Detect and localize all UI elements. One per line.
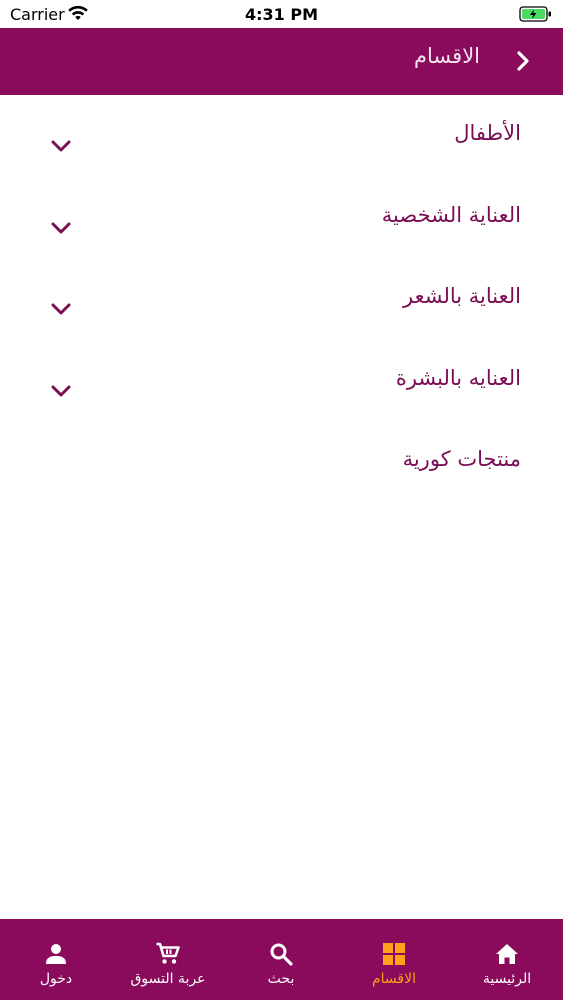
- tab-login[interactable]: دخول: [0, 919, 112, 1000]
- person-icon: [46, 944, 66, 964]
- header-bar: الاقسام: [0, 28, 563, 95]
- search-icon: [270, 943, 293, 966]
- page-title: الاقسام: [414, 44, 480, 68]
- tab-search[interactable]: بحث: [225, 919, 337, 1000]
- tab-label: بحث: [267, 971, 295, 987]
- category-label: الأطفال: [454, 121, 521, 145]
- category-label: منتجات كورية: [402, 447, 521, 471]
- chevron-down-icon[interactable]: [50, 384, 72, 398]
- category-list: الأطفال العناية الشخصية العناية بالشعر ا…: [0, 95, 563, 503]
- category-item-personal-care[interactable]: العناية الشخصية: [0, 177, 563, 259]
- back-button[interactable]: [510, 48, 536, 74]
- tab-home[interactable]: الرئيسية: [451, 919, 563, 1000]
- category-label: العناية بالشعر: [403, 284, 521, 308]
- category-label: العنايه بالبشرة: [395, 365, 521, 390]
- chevron-down-icon[interactable]: [50, 302, 72, 316]
- status-bar: Carrier 4:31 PM: [0, 0, 563, 28]
- tab-categories[interactable]: الاقسام: [338, 919, 450, 1000]
- category-item-skin-care[interactable]: العنايه بالبشرة: [0, 340, 563, 422]
- tab-label: الرئيسية: [482, 971, 532, 987]
- tab-label: دخول: [39, 971, 73, 987]
- category-label: العناية الشخصية: [381, 202, 521, 227]
- tab-label: الاقسام: [372, 971, 416, 987]
- tab-label: عربة التسوق: [130, 971, 206, 987]
- chevron-down-icon[interactable]: [50, 221, 72, 235]
- tab-cart[interactable]: عربة التسوق: [112, 919, 224, 1000]
- category-item-kids[interactable]: الأطفال: [0, 95, 563, 177]
- grid-icon: [383, 943, 405, 965]
- home-icon: [496, 944, 518, 964]
- category-item-hair-care[interactable]: العناية بالشعر: [0, 258, 563, 340]
- status-time: 4:31 PM: [244, 5, 318, 24]
- battery-icon: [519, 5, 553, 27]
- tab-bar: الرئيسية الاقسام بحث عربة التسوق دخول: [0, 919, 563, 1000]
- cart-icon: [156, 942, 180, 964]
- chevron-right-icon: [517, 51, 529, 71]
- chevron-down-icon[interactable]: [50, 139, 72, 153]
- category-item-korean-products[interactable]: منتجات كورية: [0, 421, 563, 503]
